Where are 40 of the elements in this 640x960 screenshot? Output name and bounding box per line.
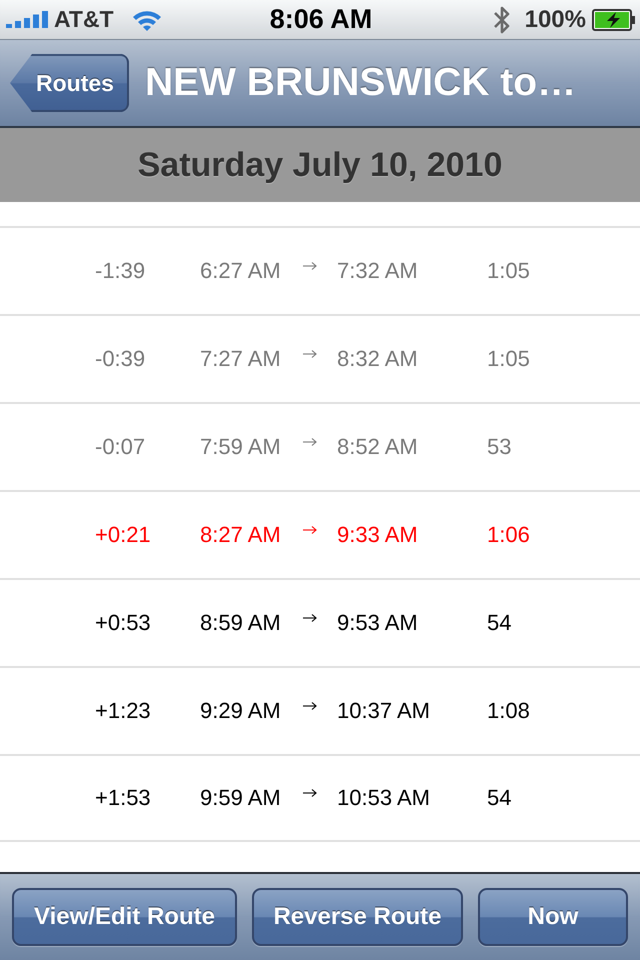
wifi-icon: [132, 8, 162, 30]
toolbar-button[interactable]: View/Edit Route: [12, 888, 237, 946]
toolbar-button[interactable]: Now: [478, 888, 628, 946]
departure-time: 7:59 AM: [200, 434, 281, 460]
clock-label: 8:06 AM: [270, 4, 372, 35]
duration-text: 1:05: [487, 258, 530, 284]
nav-title: NEW BRUNSWICK to…: [144, 61, 576, 105]
arrival-time: 10:53 AM: [337, 785, 430, 811]
duration-text: 54: [487, 785, 512, 811]
arrival-time: 10:37 AM: [337, 698, 430, 724]
offset-text: -0:39: [95, 346, 146, 372]
toolbar-button[interactable]: Reverse Route: [252, 888, 463, 946]
duration-text: 54: [487, 610, 512, 636]
arrival-time: 9:33 AM: [337, 522, 418, 548]
carrier-label: AT&T: [54, 6, 114, 33]
departure-time: 9:29 AM: [200, 698, 281, 724]
arrival-time: 8:52 AM: [337, 434, 418, 460]
arrival-time: 8:32 AM: [337, 346, 418, 372]
departure-time: 8:27 AM: [200, 522, 281, 548]
arrival-time: 7:32 AM: [337, 258, 418, 284]
bluetooth-icon: [492, 4, 511, 34]
signal-icon: [6, 11, 48, 28]
duration-text: 1:08: [487, 698, 530, 724]
departure-time: 6:27 AM: [200, 258, 281, 284]
back-button[interactable]: Routes: [10, 54, 129, 112]
offset-text: -1:39: [95, 258, 146, 284]
departure-time: 7:27 AM: [200, 346, 281, 372]
offset-text: +1:53: [95, 785, 151, 811]
offset-text: +1:23: [95, 698, 151, 724]
date-header: Saturday July 10, 2010: [0, 128, 640, 202]
departure-time: 8:59 AM: [200, 610, 281, 636]
duration-text: 1:06: [487, 522, 530, 548]
offset-text: -0:07: [95, 434, 146, 460]
duration-text: 1:05: [487, 346, 530, 372]
duration-text: 53: [487, 434, 512, 460]
offset-text: +0:21: [95, 522, 151, 548]
offset-text: +0:53: [95, 610, 151, 636]
arrival-time: 9:53 AM: [337, 610, 418, 636]
departure-time: 9:59 AM: [200, 785, 281, 811]
battery-percent: 100%: [524, 6, 586, 34]
